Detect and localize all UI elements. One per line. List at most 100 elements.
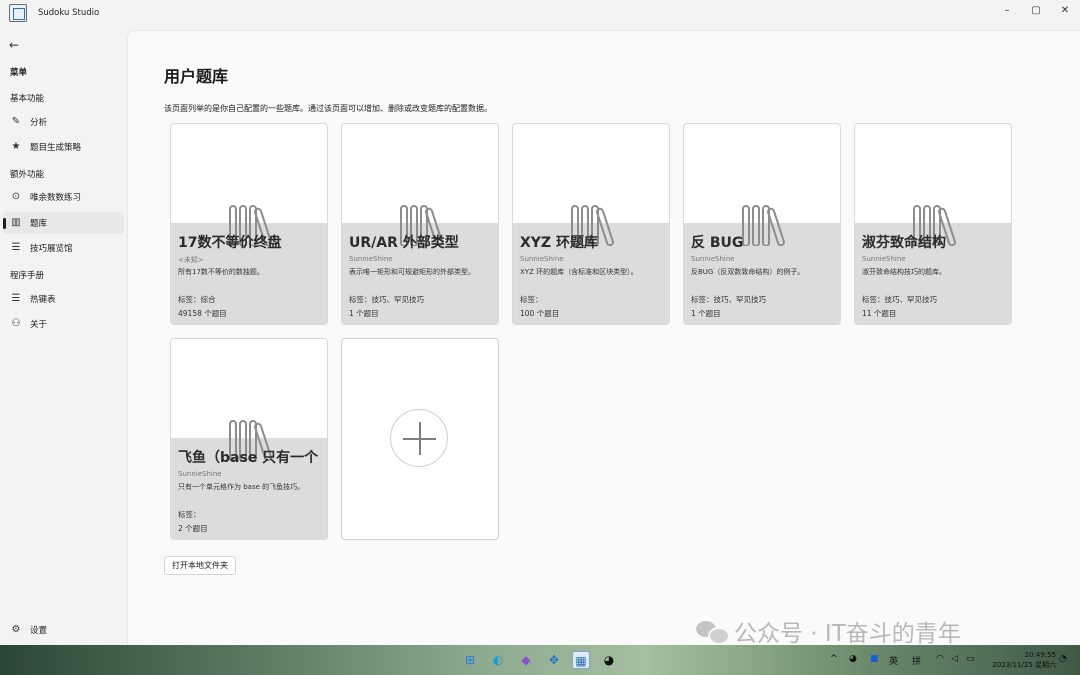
windows-start-icon[interactable]: ⊞ [461,651,479,669]
add-library-card[interactable] [341,338,499,540]
tray-chevron-icon[interactable]: ^ [830,654,838,664]
card-author: SunnieShine [178,470,222,478]
sidebar-section-extra: 额外功能 [10,170,45,180]
card-count: 49158 个题目 [178,309,227,318]
card-author: SunnieShine [691,255,735,263]
sidebar-item-techniques[interactable]: ☰ 技巧展览馆 [3,237,124,259]
sidebar-item-settings[interactable]: ⚙ 设置 [3,619,124,641]
page-description: 该页面列举的是你自己配置的一些题库。通过该页面可以增加、删除或改变题库的配置数据… [164,104,492,113]
close-button[interactable]: ✕ [1054,4,1076,18]
sidebar-item-label: 分析 [30,118,48,128]
card-tags: 标签：技巧、罕见技巧 [862,295,937,304]
clock-time: 20:49:55 [1024,651,1056,659]
battery-icon[interactable]: ▭ [966,654,975,664]
ime-language-indicator[interactable]: 英 [889,654,898,667]
card-count: 11 个题目 [862,309,897,318]
ime-mode-indicator[interactable]: 拼 [912,654,921,667]
card-tags: 标签：综合 [178,295,216,304]
title-bar: Sudoku Studio – ▢ ✕ [0,0,1080,26]
minimize-button[interactable]: – [996,4,1018,18]
sidebar: ← 菜单 基本功能 ✎ 分析 ★ 题目生成策略 额外功能 ⊙ 唯余数数练习 ▥ … [0,26,127,645]
gamepad-icon: ⊙ [11,191,21,202]
wechat-icon [696,619,730,645]
card-title: UR/AR 外部类型 [349,235,459,251]
library-card[interactable]: 17数不等价终盘 <未知> 所有17数不等价的数独题。 标签：综合 49158 个题目 [170,123,328,325]
card-title: 反 BUG [691,235,744,251]
card-title: XYZ 环题库 [520,235,598,251]
library-card[interactable]: UR/AR 外部类型 SunnieShine 表示唯一矩形和可规避矩形的外部类型。标… [341,123,499,325]
open-local-folder-button[interactable]: 打开本地文件夹 [164,556,236,575]
active-indicator [3,218,6,229]
card-count: 1 个题目 [349,309,379,318]
card-description: 反BUG（反双数致命结构）的例子。 [691,268,805,276]
edge-browser-icon[interactable]: ◐ [489,651,507,669]
list-icon: ☰ [11,293,21,304]
page-title: 用户题库 [164,67,229,86]
visual-studio-icon[interactable]: ◆ [517,651,535,669]
app-icon[interactable]: ✥ [545,651,563,669]
back-arrow-icon[interactable]: ← [9,38,19,52]
main-panel: 用户题库 该页面列举的是你自己配置的一些题库。通过该页面可以增加、删除或改变题库… [127,30,1080,645]
card-description: 只有一个单元格作为 base 的飞鱼技巧。 [178,483,305,491]
sidebar-item-library[interactable]: ▥ 题库 [3,212,124,234]
clock-date: 2023/11/25 星期六 [992,661,1056,669]
gear-icon: ⚙ [11,624,21,635]
tray-app-icon[interactable]: ■ [870,654,879,664]
library-card[interactable]: 飞鱼（base 只有一个 SunnieShine 只有一个单元格作为 base 的飞… [170,338,328,540]
pencil-icon: ✎ [11,116,21,127]
wifi-icon[interactable]: ◠ [936,654,944,664]
taskbar: ⊞ ◐ ◆ ✥ ▦ ◕ ^ ◕ ■ 英 拼 ◠ ◁ ▭ 20:49:55 202… [0,645,1080,675]
card-title: 17数不等价终盘 [178,235,282,251]
library-icon: ▥ [11,217,21,228]
card-author: SunnieShine [349,255,393,263]
sidebar-item-label: 题目生成策略 [30,143,82,153]
plus-icon [390,409,448,467]
card-title: 淑芬致命结构 [862,235,946,251]
sidebar-item-label: 题库 [30,219,48,229]
card-description: 表示唯一矩形和可规避矩形的外部类型。 [349,268,475,276]
card-tags: 标签：技巧、罕见技巧 [691,295,766,304]
card-author: SunnieShine [862,255,906,263]
sidebar-section-basic: 基本功能 [10,94,45,104]
notification-bell-icon[interactable]: ◔ [1059,654,1067,664]
app-title: Sudoku Studio [38,8,100,18]
card-title: 飞鱼（base 只有一个 [178,450,319,466]
sidebar-item-practice[interactable]: ⊙ 唯余数数练习 [3,186,124,208]
sidebar-item-label: 关于 [30,320,48,330]
sidebar-item-generation[interactable]: ★ 题目生成策略 [3,136,124,158]
sidebar-item-label: 技巧展览馆 [30,244,73,254]
sidebar-item-label: 热键表 [30,295,56,305]
watermark: 公众号 · IT奋斗的青年 [696,614,961,648]
star-icon: ★ [11,141,21,152]
card-tags: 标签： [520,295,543,304]
sidebar-section-menu: 菜单 [10,68,28,78]
sidebar-section-manual: 程序手册 [10,271,45,281]
card-description: 淑芬致命结构技巧的题库。 [862,268,946,276]
card-tags: 标签： [178,510,201,519]
sidebar-item-analysis[interactable]: ✎ 分析 [3,111,124,133]
list-icon: ☰ [11,242,21,253]
library-card[interactable]: 淑芬致命结构 SunnieShine 淑芬致命结构技巧的题库。 标签：技巧、罕见技巧 1… [854,123,1012,325]
tray-qq-icon[interactable]: ◕ [849,654,857,664]
app-logo-icon [9,4,27,22]
card-tags: 标签：技巧、罕见技巧 [349,295,424,304]
card-author: <未知> [178,256,204,264]
card-description: 所有17数不等价的数独题。 [178,268,264,276]
card-count: 2 个题目 [178,524,208,533]
sidebar-item-about[interactable]: ⚇ 关于 [3,313,124,335]
people-icon: ⚇ [11,318,21,329]
library-card[interactable]: 反 BUG SunnieShine 反BUG（反双数致命结构）的例子。 标签：技巧、罕… [683,123,841,325]
system-clock[interactable]: 20:49:55 2023/11/25 星期六 [986,650,1056,670]
card-description: XYZ 环的题库（含标准和区块类型）。 [520,268,638,276]
card-count: 1 个题目 [691,309,721,318]
maximize-button[interactable]: ▢ [1025,4,1047,18]
sidebar-item-label: 设置 [30,626,48,636]
volume-icon[interactable]: ◁ [951,654,958,664]
qq-icon[interactable]: ◕ [600,651,618,669]
card-author: SunnieShine [520,255,564,263]
sidebar-item-label: 唯余数数练习 [30,193,82,203]
sidebar-item-hotkeys[interactable]: ☰ 热键表 [3,288,124,310]
watermark-text: 公众号 · IT奋斗的青年 [734,621,961,647]
library-card[interactable]: XYZ 环题库 SunnieShine XYZ 环的题库（含标准和区块类型）。 标签：… [512,123,670,325]
sudoku-studio-taskbar-icon[interactable]: ▦ [572,651,590,669]
